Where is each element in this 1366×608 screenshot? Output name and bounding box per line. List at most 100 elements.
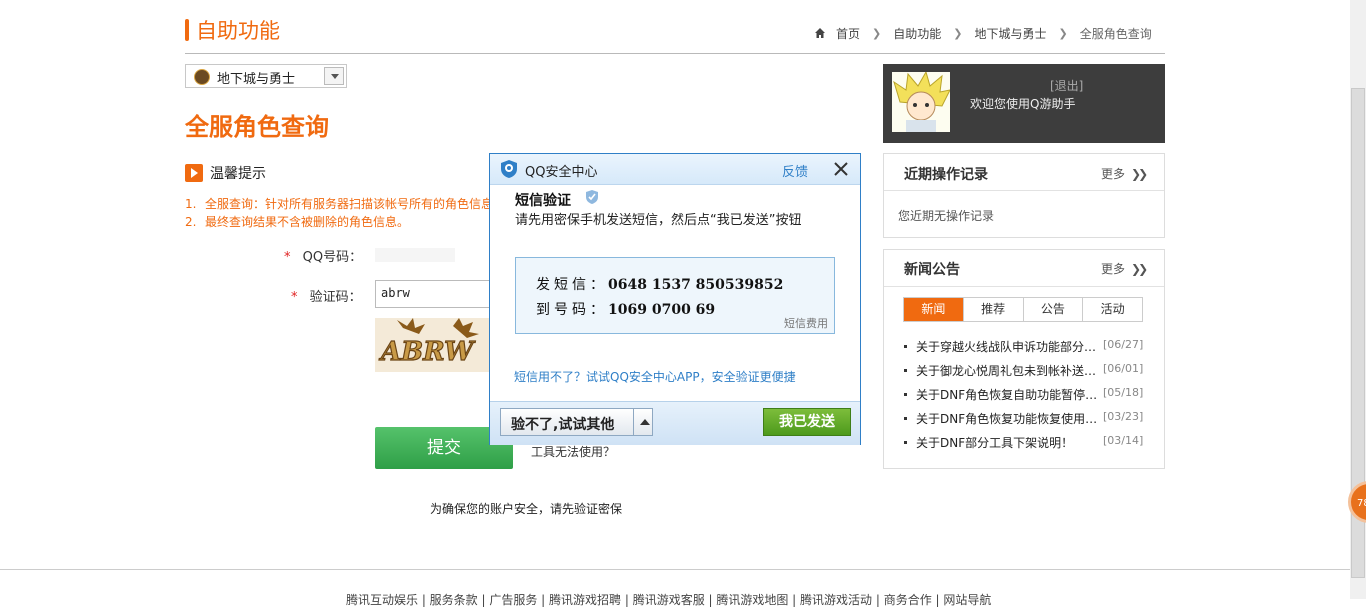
dialog-title: QQ安全中心 [525,165,598,180]
play-icon [185,164,203,182]
caret-up-icon[interactable] [640,419,650,425]
footer-divider [0,569,1350,570]
sms-info-box: 发短信：0648 1537 850539852 到号码：1069 0700 69… [515,257,835,334]
code-label-row: * 验证码： [291,286,362,305]
sms-number-row: 到号码：1069 0700 69 [536,299,715,319]
recent-title: 近期操作记录 [904,167,988,183]
qq-number-blurred [375,248,455,262]
news-item-title[interactable]: 关于DNF部分工具下架说明！ [916,434,1098,451]
tab-news[interactable]: 新闻 [904,298,963,321]
tip-number: 1. [185,197,197,211]
section-title: 自助功能 [196,19,280,43]
verified-shield-icon [586,190,598,204]
double-chevron-icon: ❯❯ [1131,167,1148,181]
try-app-link[interactable]: 短信用不了？试试QQ安全中心APP，安全验证更便捷 [514,368,796,385]
panel-divider [884,286,1164,287]
double-chevron-icon: ❯❯ [1131,262,1148,276]
close-icon[interactable] [831,159,851,179]
sms-number-label: 到号码： [536,302,608,318]
more-label: 更多 [1101,167,1126,181]
home-icon[interactable] [814,27,826,39]
game-select[interactable]: 地下城与勇士 [185,64,347,88]
bullet [904,345,907,348]
tab-recommend[interactable]: 推荐 [962,298,1023,321]
breadcrumb: 首页 ❯ 自助功能 ❯ 地下城与勇士 ❯ 全服角色查询 [814,25,1152,41]
news-item-date: [03/14] [1103,434,1144,447]
tip-title: 温馨提示 [210,166,266,182]
bullet [904,369,907,372]
avatar [892,72,950,132]
game-select-value: 地下城与勇士 [217,72,296,87]
dialog-footer: 验不了,试试其他 我已发送 [490,401,860,445]
code-label: 验证码： [309,290,362,305]
button-divider [633,409,634,435]
breadcrumb-self-service[interactable]: 自助功能 [893,25,941,42]
tip-text: 全服查询：针对所有服务器扫描该帐号所有的角色信息 [205,197,494,211]
required-mark: * [284,250,291,265]
page-title: 全服角色查询 [185,113,329,141]
news-more-link[interactable]: 更多 ❯❯ [1101,260,1148,277]
list-item[interactable]: 关于DNF部分工具下架说明！ [03/14] [904,434,1144,452]
sms-content-row: 发短信：0648 1537 850539852 [536,274,783,294]
bullet [904,417,907,420]
list-item[interactable]: 关于DNF角色恢复功能恢复使用的… [03/23] [904,410,1144,428]
qq-label-row: * QQ号码： [284,246,362,265]
dialog-header: QQ安全中心 反馈 [490,154,860,185]
news-item-title[interactable]: 关于穿越火线战队申诉功能部分… [916,338,1098,355]
tip-number: 2. [185,215,197,229]
tip-text: 最终查询结果不含被删除的角色信息。 [205,215,410,229]
sent-button[interactable]: 我已发送 [763,408,851,436]
chevron-down-icon[interactable] [324,67,344,85]
help-link[interactable]: 工具无法使用？ [531,443,615,460]
breadcrumb-home[interactable]: 首页 [836,25,860,42]
list-item[interactable]: 关于穿越火线战队申诉功能部分… [06/27] [904,338,1144,356]
tip-item: 2. 最终查询结果不含被删除的角色信息。 [185,213,409,230]
sms-verify-dialog: QQ安全中心 反馈 短信验证 请先用密保手机发送短信，然后点“我已发送”按钮 发… [489,153,861,445]
sms-number-value: 1069 0700 69 [608,302,716,318]
breadcrumb-game[interactable]: 地下城与勇士 [974,25,1046,42]
required-mark: * [291,290,298,305]
bullet [904,393,907,396]
chevron-right-icon: ❯ [872,26,882,40]
chevron-right-icon: ❯ [1058,26,1068,40]
list-item[interactable]: 关于御龙心悦周礼包未到帐补送… [06/01] [904,362,1144,380]
tip-item: 1. 全服查询：针对所有服务器扫描该帐号所有的角色信息 [185,195,493,212]
news-item-title[interactable]: 关于御龙心悦周礼包未到帐补送… [916,362,1098,379]
dialog-subtitle: 短信验证 [515,193,571,209]
sms-fee-link[interactable]: 短信费用 [784,315,828,331]
news-item-title[interactable]: 关于DNF角色恢复自助功能暂停使… [916,386,1098,403]
news-title: 新闻公告 [904,262,960,278]
header-divider [185,53,1165,54]
feedback-link[interactable]: 反馈 [782,161,808,180]
qq-label: QQ号码： [302,250,363,265]
news-item-date: [05/18] [1103,386,1144,399]
captcha-input[interactable]: abrw [375,280,495,308]
qq-security-shield-icon [501,160,517,178]
footer-links[interactable]: 腾讯互动娱乐 | 服务条款 | 广告服务 | 腾讯游戏招聘 | 腾讯游戏客服 |… [346,591,991,608]
secure-note: 为确保您的账户安全，请先验证密保 [430,502,623,516]
dialog-instruction: 请先用密保手机发送短信，然后点“我已发送”按钮 [515,213,802,228]
news-item-date: [06/01] [1103,362,1144,375]
badge-count: 78 [1357,498,1366,509]
bullet [904,441,907,444]
try-other-label: 验不了,试试其他 [511,417,615,433]
chevron-right-icon: ❯ [953,26,963,40]
captcha-image[interactable]: ABRW [375,318,489,372]
logout-link[interactable]: [退出] [1050,77,1083,94]
more-label: 更多 [1101,262,1126,276]
tab-notice[interactable]: 公告 [1022,298,1083,321]
news-item-title[interactable]: 关于DNF角色恢复功能恢复使用的… [916,410,1098,427]
try-other-method-button[interactable]: 验不了,试试其他 [500,408,653,436]
tab-activity[interactable]: 活动 [1082,298,1142,321]
breadcrumb-current: 全服角色查询 [1079,26,1152,41]
recent-empty: 您近期无操作记录 [898,209,995,223]
sms-content-value: 0648 1537 850539852 [608,277,784,293]
section-title-bar [185,19,189,41]
sms-content-label: 发短信： [536,277,608,293]
captcha-text: ABRW [378,337,476,367]
recent-more-link[interactable]: 更多 ❯❯ [1101,165,1148,182]
list-item[interactable]: 关于DNF角色恢复自助功能暂停使… [05/18] [904,386,1144,404]
news-tabs: 新闻 推荐 公告 活动 [903,297,1143,322]
news-item-date: [03/23] [1103,410,1144,423]
game-logo-icon [194,69,210,85]
